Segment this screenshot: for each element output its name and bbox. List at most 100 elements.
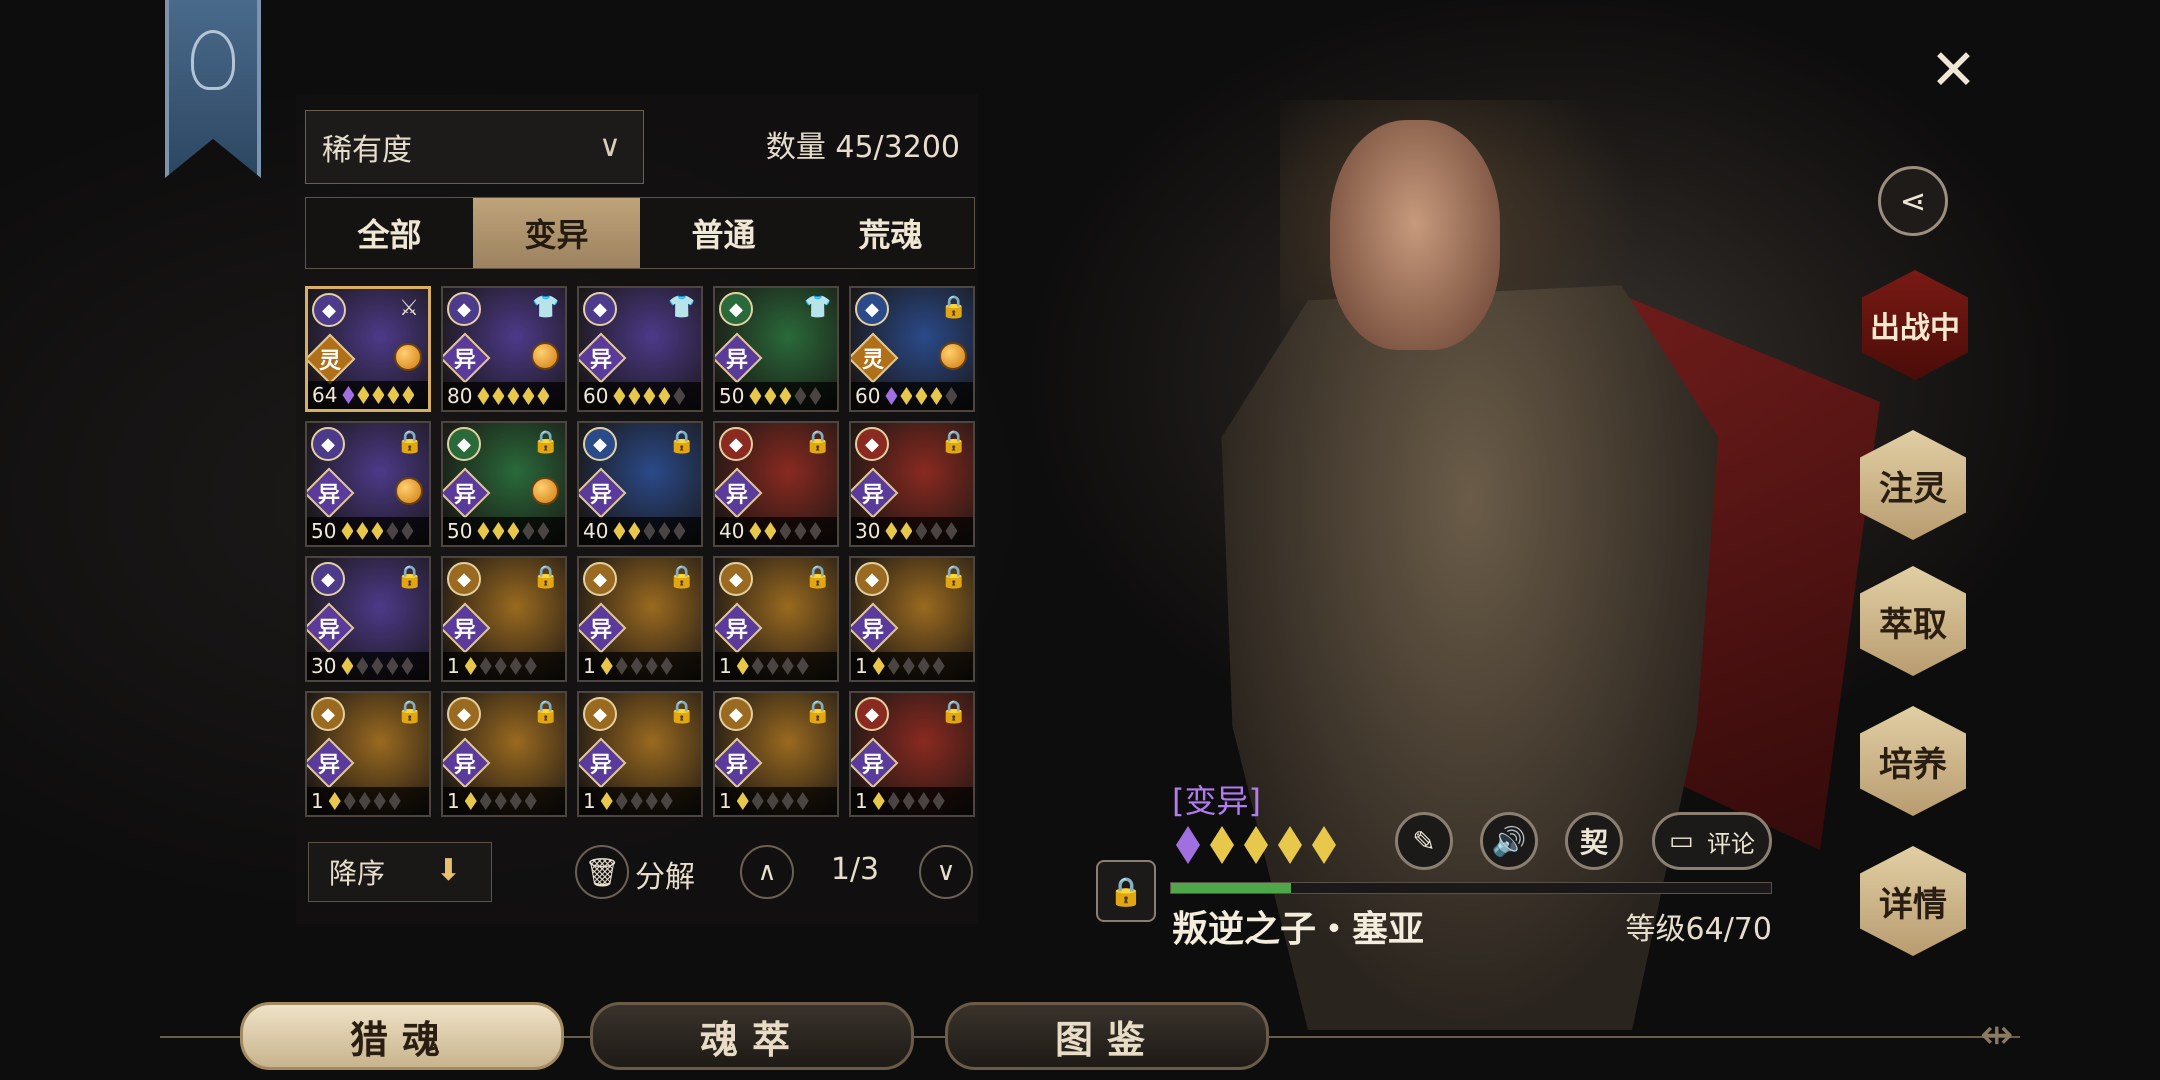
star-diamond-icon xyxy=(736,657,749,675)
voice-icon[interactable]: 🔊 xyxy=(1480,812,1538,870)
edit-icon[interactable]: ✎ xyxy=(1395,812,1453,870)
star-diamond-icon xyxy=(660,792,673,810)
close-icon[interactable]: ✕ xyxy=(1930,38,1977,103)
star-diamond-icon xyxy=(766,792,779,810)
star-diamond-icon xyxy=(357,386,370,404)
star-diamond-icon xyxy=(917,792,930,810)
tab-codex[interactable]: 图鉴 xyxy=(945,1002,1269,1070)
soul-card[interactable]: ◆ 异 🔒 1 xyxy=(713,691,839,817)
soul-card[interactable]: ◆ 异 🔒 1 xyxy=(305,691,431,817)
star-diamond-icon xyxy=(371,657,384,675)
star-diamond-icon xyxy=(945,522,958,540)
shirt-icon: 👕 xyxy=(804,294,832,320)
star-diamond-icon xyxy=(809,522,822,540)
soul-card[interactable]: ◆ 异 🔒 1 xyxy=(713,556,839,682)
lock-icon: 🔒 xyxy=(804,564,832,590)
star-diamond-icon xyxy=(872,657,885,675)
type-label: 异 xyxy=(589,348,612,373)
tab-normal[interactable]: 普通 xyxy=(640,198,807,268)
star-diamond-icon xyxy=(643,522,656,540)
order-label: 降序 xyxy=(329,857,386,890)
soul-level: 60 xyxy=(855,384,881,408)
card-footer: 30 xyxy=(307,652,429,680)
soul-level: 50 xyxy=(719,384,745,408)
star-diamond-icon xyxy=(945,387,958,405)
lock-icon: 🔒 xyxy=(532,699,560,725)
soul-level: 64 xyxy=(312,383,338,407)
soul-card[interactable]: ◆ 异 🔒 1 xyxy=(577,556,703,682)
soul-level: 40 xyxy=(719,519,745,543)
soul-card[interactable]: ◆ 异 👕 80 xyxy=(441,286,567,412)
comment-icon: ▭ xyxy=(1669,826,1694,856)
contract-button[interactable]: 契 xyxy=(1565,812,1623,870)
comment-label: 评论 xyxy=(1707,829,1755,858)
decompose-button[interactable]: 分解 xyxy=(635,852,695,896)
tab-all[interactable]: 全部 xyxy=(306,198,473,268)
star-diamond-icon xyxy=(1278,826,1302,864)
soul-card[interactable]: ◆ 灵 ⚔ 64 xyxy=(305,286,431,412)
trash-icon[interactable]: 🗑 xyxy=(575,845,629,899)
lock-icon: 🔒 xyxy=(668,564,696,590)
soul-card[interactable]: ◆ 异 🔒 50 xyxy=(441,421,567,547)
card-footer: 1 xyxy=(443,787,565,815)
star-diamond-icon xyxy=(645,792,658,810)
star-diamond-icon xyxy=(1244,826,1268,864)
star-diamond-icon xyxy=(796,792,809,810)
soul-card[interactable]: ◆ 异 🔒 1 xyxy=(441,556,567,682)
sort-dropdown[interactable]: 稀有度 ∨ xyxy=(305,110,644,184)
star-diamond-icon xyxy=(749,522,762,540)
star-diamond-icon xyxy=(915,522,928,540)
soul-card[interactable]: ◆ 异 🔒 40 xyxy=(713,421,839,547)
rarity-gem-icon: ◆ xyxy=(855,562,889,596)
star-diamond-icon xyxy=(509,792,522,810)
soul-card[interactable]: ◆ 异 👕 60 xyxy=(577,286,703,412)
star-diamond-icon xyxy=(401,657,414,675)
star-diamond-icon xyxy=(658,387,671,405)
page-indicator: 1/3 xyxy=(830,852,880,887)
soul-level: 1 xyxy=(855,789,868,813)
soul-card[interactable]: ◆ 异 👕 50 xyxy=(713,286,839,412)
star-diamond-icon xyxy=(509,657,522,675)
soul-card-grid: ◆ 灵 ⚔ 64 ◆ 异 👕 80 ◆ 异 👕 60 ◆ 异 👕 50 ◆ 灵 … xyxy=(305,286,977,817)
comment-button[interactable]: ▭ 评论 xyxy=(1652,812,1772,870)
star-diamond-icon xyxy=(917,657,930,675)
soul-card[interactable]: ◆ 异 🔒 1 xyxy=(849,691,975,817)
xp-bar xyxy=(1170,882,1772,894)
type-label: 灵 xyxy=(318,349,341,374)
soul-card[interactable]: ◆ 灵 🔒 60 xyxy=(849,286,975,412)
card-footer: 60 xyxy=(579,382,701,410)
star-diamond-icon xyxy=(356,522,369,540)
share-icon[interactable]: ⋖ xyxy=(1878,166,1948,236)
star-diamond-icon xyxy=(342,386,355,404)
star-diamond-icon xyxy=(930,522,943,540)
tab-wild-soul[interactable]: 荒魂 xyxy=(807,198,974,268)
soul-card[interactable]: ◆ 异 🔒 40 xyxy=(577,421,703,547)
lock-icon[interactable]: 🔒 xyxy=(1096,860,1156,922)
star-diamond-icon xyxy=(613,522,626,540)
star-diamond-icon xyxy=(885,522,898,540)
shirt-icon: 👕 xyxy=(532,294,560,320)
orb-icon xyxy=(531,342,559,370)
soul-card[interactable]: ◆ 异 🔒 50 xyxy=(305,421,431,547)
card-footer: 64 xyxy=(308,381,428,409)
card-footer: 1 xyxy=(443,652,565,680)
soul-card[interactable]: ◆ 异 🔒 30 xyxy=(305,556,431,682)
star-diamond-icon xyxy=(809,387,822,405)
soul-card[interactable]: ◆ 异 🔒 1 xyxy=(441,691,567,817)
type-label: 异 xyxy=(725,348,748,373)
page-down-button[interactable]: ∨ xyxy=(919,845,973,899)
star-diamond-icon xyxy=(613,387,626,405)
star-diamond-icon xyxy=(494,792,507,810)
order-toggle-button[interactable]: 降序 ⬇ xyxy=(308,842,492,902)
page-up-button[interactable]: ∧ xyxy=(740,845,794,899)
star-diamond-icon xyxy=(477,522,490,540)
soul-card[interactable]: ◆ 异 🔒 30 xyxy=(849,421,975,547)
tab-soul-hunt[interactable]: 猎魂 xyxy=(240,1002,564,1070)
soul-card[interactable]: ◆ 异 🔒 1 xyxy=(849,556,975,682)
type-label: 异 xyxy=(861,483,884,508)
star-diamond-icon xyxy=(524,657,537,675)
soul-card[interactable]: ◆ 异 🔒 1 xyxy=(577,691,703,817)
tab-soul-extract[interactable]: 魂萃 xyxy=(590,1002,914,1070)
card-footer: 40 xyxy=(579,517,701,545)
tab-mutant[interactable]: 变异 xyxy=(473,198,640,268)
